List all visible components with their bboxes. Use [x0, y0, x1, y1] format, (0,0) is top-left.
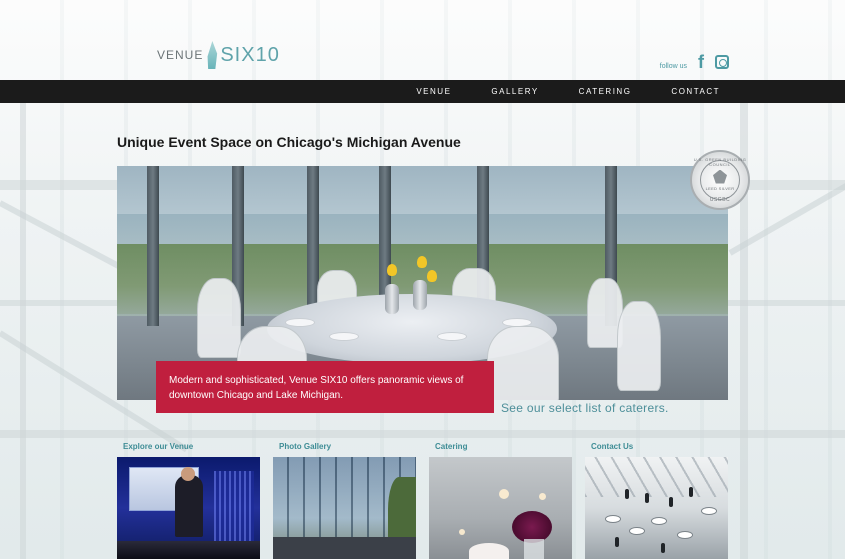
social-follow: follow us f	[660, 52, 729, 72]
flame-logo-icon	[207, 41, 218, 69]
facebook-icon[interactable]: f	[695, 52, 707, 72]
site-header: VENUE SIX10 follow us f	[0, 0, 845, 80]
instagram-icon[interactable]	[715, 55, 729, 69]
tile-title[interactable]: Contact Us	[585, 440, 728, 457]
leed-badge-bottom-text: USGBC	[709, 197, 731, 203]
follow-us-label: follow us	[659, 62, 687, 70]
tile-title[interactable]: Catering	[429, 440, 572, 457]
tile-image-gallery[interactable]	[273, 457, 416, 559]
tile-photo-gallery[interactable]: Photo Gallery	[273, 440, 416, 559]
nav-item-catering[interactable]: CATERING	[559, 87, 652, 96]
tile-catering[interactable]: Catering	[429, 440, 572, 559]
hero-caption-box: Modern and sophisticated, Venue SIX10 of…	[156, 361, 494, 413]
tile-explore-venue[interactable]: Explore our Venue	[117, 440, 260, 559]
logo-word-venue: VENUE	[157, 48, 204, 62]
tile-image-catering[interactable]	[429, 457, 572, 559]
leed-level-text: LEED SILVER	[705, 185, 735, 191]
page-tagline: Unique Event Space on Chicago's Michigan…	[117, 134, 461, 150]
nav-item-contact[interactable]: CONTACT	[651, 87, 725, 96]
leaf-icon	[713, 169, 727, 184]
tile-contact-us[interactable]: Contact Us	[585, 440, 728, 559]
tile-image-contact[interactable]	[585, 457, 728, 559]
leed-badge-top-text: U.S. GREEN BUILDING COUNCIL	[693, 157, 747, 167]
nav-item-venue[interactable]: VENUE	[396, 87, 471, 96]
tile-title[interactable]: Explore our Venue	[117, 440, 260, 457]
nav-item-gallery[interactable]: GALLERY	[471, 87, 558, 96]
venue-six10-logo[interactable]: VENUE SIX10	[157, 40, 280, 70]
logo-word-six10: SIX10	[220, 43, 280, 66]
main-nav: VENUE GALLERY CATERING CONTACT	[0, 80, 845, 103]
tile-title[interactable]: Photo Gallery	[273, 440, 416, 457]
leed-silver-badge: U.S. GREEN BUILDING COUNCIL LEED SILVER …	[690, 150, 750, 210]
tile-image-venue[interactable]	[117, 457, 260, 559]
caterers-list-link[interactable]: See our select list of caterers.	[501, 401, 669, 415]
